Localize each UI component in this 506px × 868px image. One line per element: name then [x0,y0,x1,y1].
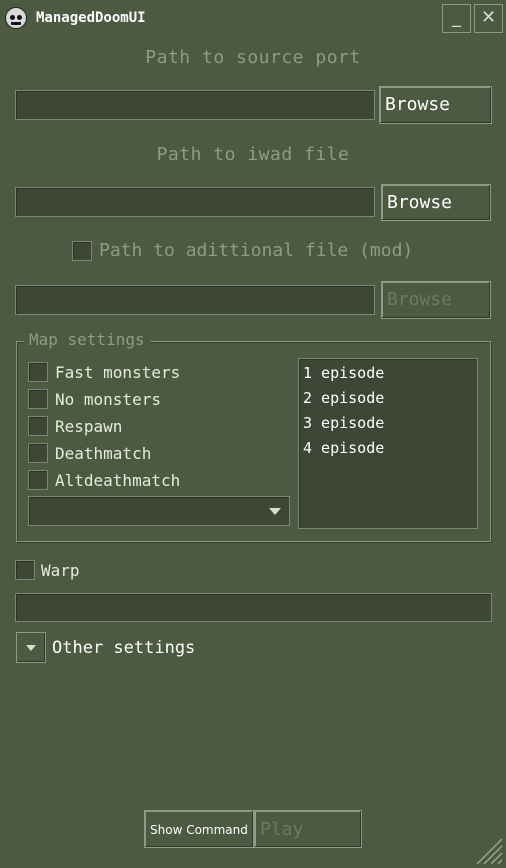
iwad-label: Path to iwad file [156,144,350,165]
source-port-browse-button[interactable]: Browse [379,86,492,124]
warp-label: Warp [41,561,80,580]
deathmatch-label: Deathmatch [55,444,152,463]
deathmatch-checkbox[interactable] [28,443,48,463]
source-port-input[interactable] [15,90,375,120]
mod-input[interactable] [15,285,375,315]
skill-dropdown[interactable] [28,496,290,526]
show-command-button[interactable]: Show Command [144,810,254,848]
mod-checkbox[interactable] [72,241,92,261]
respawn-label: Respawn [55,417,123,436]
play-button[interactable]: Play [254,810,362,848]
close-button[interactable]: ✕ [474,4,503,33]
map-settings-title: Map settings [24,330,150,349]
mod-checkbox-label: Path to adittional file (mod) [99,240,414,261]
other-settings-expander[interactable] [16,632,46,663]
episode-list[interactable]: 1 episode 2 episode 3 episode 4 episode [298,358,478,529]
warp-input[interactable] [15,593,492,622]
doom-face-icon [5,7,27,29]
title-bar[interactable]: ManagedDoomUI _ ✕ [0,0,506,36]
warp-checkbox[interactable] [15,560,35,580]
other-settings-label[interactable]: Other settings [52,638,195,658]
no-monsters-checkbox[interactable] [28,389,48,409]
chevron-down-icon [269,508,281,515]
no-monsters-label: No monsters [55,390,161,409]
source-port-label: Path to source port [145,47,361,68]
altdeathmatch-label: Altdeathmatch [55,471,181,490]
list-item[interactable]: 2 episode [303,388,477,413]
window-title: ManagedDoomUI [36,10,146,26]
fast-monsters-checkbox[interactable] [28,362,48,382]
altdeathmatch-checkbox[interactable] [28,470,48,490]
iwad-browse-button[interactable]: Browse [381,184,491,221]
fast-monsters-label: Fast monsters [55,363,181,382]
minimize-button[interactable]: _ [442,4,471,33]
chevron-down-icon [26,645,36,651]
main-window: ManagedDoomUI _ ✕ Path to source port Br… [0,0,506,868]
iwad-input[interactable] [15,187,375,217]
list-item[interactable]: 3 episode [303,413,477,438]
respawn-checkbox[interactable] [28,416,48,436]
list-item[interactable]: 4 episode [303,438,477,463]
resize-grip-icon[interactable] [473,835,503,865]
mod-browse-button[interactable]: Browse [381,281,491,319]
list-item[interactable]: 1 episode [303,363,477,388]
